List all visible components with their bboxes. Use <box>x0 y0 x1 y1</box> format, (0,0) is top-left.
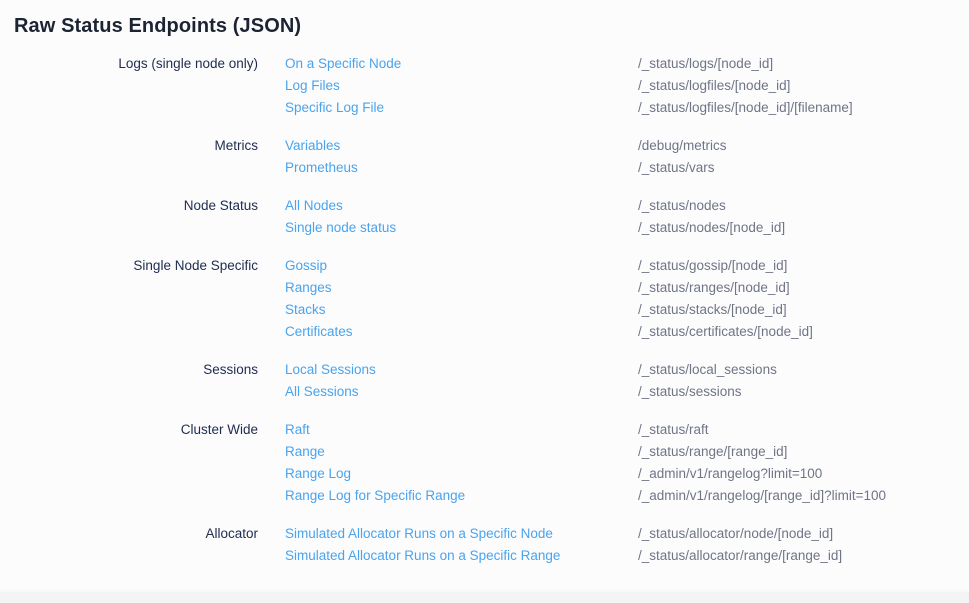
footer-band <box>0 592 969 603</box>
endpoint-link[interactable]: Gossip <box>285 255 638 277</box>
endpoint-section: Cluster Wide Raft /_status/raft Range /_… <box>0 419 969 507</box>
category-label: Metrics <box>0 135 258 157</box>
endpoint-link[interactable]: Simulated Allocator Runs on a Specific N… <box>285 523 638 545</box>
endpoint-rows: All Nodes /_status/nodes Single node sta… <box>285 195 969 239</box>
endpoint-row: Single node status /_status/nodes/[node_… <box>285 217 969 239</box>
endpoint-row: Range Log /_admin/v1/rangelog?limit=100 <box>285 463 969 485</box>
endpoint-link[interactable]: Certificates <box>285 321 638 343</box>
endpoint-link[interactable]: Raft <box>285 419 638 441</box>
endpoint-row: Simulated Allocator Runs on a Specific R… <box>285 545 969 567</box>
endpoint-section: Sessions Local Sessions /_status/local_s… <box>0 359 969 403</box>
category-label: Allocator <box>0 523 258 545</box>
endpoint-path: /_status/logfiles/[node_id]/[filename] <box>638 97 969 119</box>
endpoint-link[interactable]: Single node status <box>285 217 638 239</box>
endpoint-path: /_status/gossip/[node_id] <box>638 255 969 277</box>
endpoint-path: /_status/logfiles/[node_id] <box>638 75 969 97</box>
endpoint-row: All Sessions /_status/sessions <box>285 381 969 403</box>
endpoint-path: /_status/nodes/[node_id] <box>638 217 969 239</box>
endpoint-rows: Local Sessions /_status/local_sessions A… <box>285 359 969 403</box>
endpoint-row: Ranges /_status/ranges/[node_id] <box>285 277 969 299</box>
category-label: Sessions <box>0 359 258 381</box>
endpoint-path: /_status/local_sessions <box>638 359 969 381</box>
endpoints-table: Logs (single node only) On a Specific No… <box>0 53 969 567</box>
endpoint-row: All Nodes /_status/nodes <box>285 195 969 217</box>
endpoint-row: On a Specific Node /_status/logs/[node_i… <box>285 53 969 75</box>
endpoint-link[interactable]: Local Sessions <box>285 359 638 381</box>
endpoint-row: Log Files /_status/logfiles/[node_id] <box>285 75 969 97</box>
endpoint-row: Specific Log File /_status/logfiles/[nod… <box>285 97 969 119</box>
endpoint-row: Simulated Allocator Runs on a Specific N… <box>285 523 969 545</box>
endpoint-path: /_status/range/[range_id] <box>638 441 969 463</box>
endpoint-section: Metrics Variables /debug/metrics Prometh… <box>0 135 969 179</box>
endpoint-path: /_status/raft <box>638 419 969 441</box>
category-label: Node Status <box>0 195 258 217</box>
endpoint-path: /_status/allocator/range/[range_id] <box>638 545 969 567</box>
endpoint-link[interactable]: Range <box>285 441 638 463</box>
endpoint-link[interactable]: All Nodes <box>285 195 638 217</box>
category-label: Logs (single node only) <box>0 53 258 75</box>
endpoint-row: Local Sessions /_status/local_sessions <box>285 359 969 381</box>
endpoint-link[interactable]: On a Specific Node <box>285 53 638 75</box>
category-label: Cluster Wide <box>0 419 258 441</box>
endpoint-rows: On a Specific Node /_status/logs/[node_i… <box>285 53 969 119</box>
endpoint-path: /_admin/v1/rangelog?limit=100 <box>638 463 969 485</box>
endpoint-path: /_admin/v1/rangelog/[range_id]?limit=100 <box>638 485 969 507</box>
endpoint-rows: Gossip /_status/gossip/[node_id] Ranges … <box>285 255 969 343</box>
endpoint-link[interactable]: Specific Log File <box>285 97 638 119</box>
endpoint-link[interactable]: Simulated Allocator Runs on a Specific R… <box>285 545 638 567</box>
endpoint-row: Gossip /_status/gossip/[node_id] <box>285 255 969 277</box>
endpoint-rows: Raft /_status/raft Range /_status/range/… <box>285 419 969 507</box>
endpoint-rows: Variables /debug/metrics Prometheus /_st… <box>285 135 969 179</box>
endpoint-link[interactable]: Prometheus <box>285 157 638 179</box>
endpoint-rows: Simulated Allocator Runs on a Specific N… <box>285 523 969 567</box>
endpoint-row: Variables /debug/metrics <box>285 135 969 157</box>
endpoint-section: Node Status All Nodes /_status/nodes Sin… <box>0 195 969 239</box>
endpoint-path: /_status/sessions <box>638 381 969 403</box>
endpoint-link[interactable]: Ranges <box>285 277 638 299</box>
endpoint-path: /debug/metrics <box>638 135 969 157</box>
endpoint-row: Prometheus /_status/vars <box>285 157 969 179</box>
endpoint-section: Single Node Specific Gossip /_status/gos… <box>0 255 969 343</box>
page-title: Raw Status Endpoints (JSON) <box>14 14 969 38</box>
endpoint-path: /_status/nodes <box>638 195 969 217</box>
endpoint-path: /_status/vars <box>638 157 969 179</box>
endpoint-link[interactable]: Log Files <box>285 75 638 97</box>
endpoint-link[interactable]: All Sessions <box>285 381 638 403</box>
endpoint-link[interactable]: Stacks <box>285 299 638 321</box>
endpoint-row: Stacks /_status/stacks/[node_id] <box>285 299 969 321</box>
endpoint-link[interactable]: Range Log <box>285 463 638 485</box>
endpoint-section: Logs (single node only) On a Specific No… <box>0 53 969 119</box>
endpoint-row: Range Log for Specific Range /_admin/v1/… <box>285 485 969 507</box>
endpoint-row: Certificates /_status/certificates/[node… <box>285 321 969 343</box>
endpoint-path: /_status/certificates/[node_id] <box>638 321 969 343</box>
endpoint-row: Raft /_status/raft <box>285 419 969 441</box>
endpoint-row: Range /_status/range/[range_id] <box>285 441 969 463</box>
endpoint-section: Allocator Simulated Allocator Runs on a … <box>0 523 969 567</box>
endpoint-path: /_status/logs/[node_id] <box>638 53 969 75</box>
category-label: Single Node Specific <box>0 255 258 277</box>
endpoint-path: /_status/stacks/[node_id] <box>638 299 969 321</box>
endpoint-link[interactable]: Range Log for Specific Range <box>285 485 638 507</box>
endpoint-path: /_status/allocator/node/[node_id] <box>638 523 969 545</box>
endpoint-link[interactable]: Variables <box>285 135 638 157</box>
endpoint-path: /_status/ranges/[node_id] <box>638 277 969 299</box>
